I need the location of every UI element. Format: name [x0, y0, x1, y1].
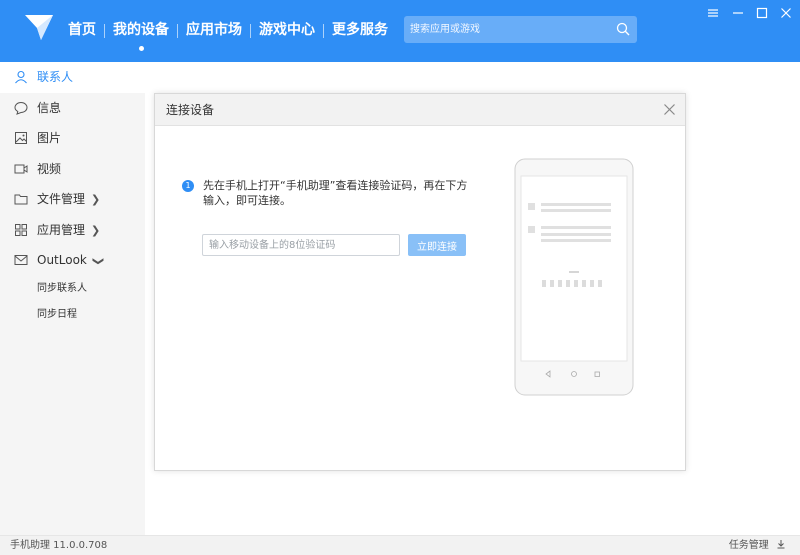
- sidebar-item-messages[interactable]: 信息: [0, 93, 145, 124]
- sidebar-item-label: 信息: [37, 100, 62, 115]
- sidebar-item-outlook[interactable]: OutLook ❯: [0, 245, 145, 276]
- task-manager-label: 任务管理: [728, 540, 769, 551]
- phone-illustration: [514, 158, 634, 396]
- apps-grid-icon: [15, 223, 27, 236]
- sidebar-item-apps[interactable]: 应用管理 ❯: [0, 215, 145, 246]
- sidebar-subitem-sync-contacts[interactable]: 同步联系人: [0, 276, 145, 302]
- main-nav: 首页 我的设备 应用市场 游戏中心 更多服务: [60, 0, 396, 62]
- sidebar: 联系人 信息 图片 视频 文件管理 ❯ 应用管理 ❯ OutLook ❯ 同步联…: [0, 62, 145, 535]
- sidebar-item-contacts[interactable]: 联系人: [0, 62, 145, 93]
- task-manager-button[interactable]: 任务管理: [729, 536, 786, 555]
- step-number-badge: 1: [182, 180, 194, 192]
- nav-home[interactable]: 首页: [60, 0, 104, 62]
- sidebar-item-files[interactable]: 文件管理 ❯: [0, 184, 145, 215]
- maximize-icon[interactable]: [755, 6, 769, 20]
- close-icon[interactable]: [663, 103, 676, 116]
- person-icon: [15, 70, 27, 84]
- status-bar: 手机助理 11.0.0.708 任务管理: [0, 535, 800, 555]
- chevron-right-icon: ❯: [91, 223, 101, 237]
- chat-bubble-icon: [14, 101, 28, 115]
- sidebar-item-label: 联系人: [37, 70, 74, 84]
- image-icon: [15, 132, 27, 144]
- sidebar-item-label: 文件管理: [37, 192, 86, 206]
- connect-device-dialog: 连接设备 1 先在手机上打开“手机助理”查看连接验证码，再在下方输入，即可连接。…: [154, 93, 686, 471]
- nav-app-market[interactable]: 应用市场: [178, 0, 250, 62]
- search-box: [404, 16, 637, 43]
- sidebar-item-label: OutLook: [37, 253, 87, 267]
- sidebar-item-videos[interactable]: 视频: [0, 154, 145, 185]
- sidebar-item-label: 应用管理: [37, 222, 86, 237]
- app-logo-icon: [25, 15, 53, 40]
- search-icon[interactable]: [616, 22, 630, 36]
- nav-my-devices[interactable]: 我的设备: [105, 0, 177, 62]
- chevron-right-icon: ❯: [91, 193, 101, 206]
- search-input[interactable]: [410, 16, 610, 43]
- folder-icon: [14, 194, 28, 205]
- sidebar-item-pictures[interactable]: 图片: [0, 123, 145, 154]
- version-label: 手机助理 11.0.0.708: [10, 540, 108, 551]
- sidebar-subitem-sync-calendar[interactable]: 同步日程: [0, 302, 145, 328]
- close-window-icon[interactable]: [779, 6, 793, 20]
- nav-game-center[interactable]: 游戏中心: [251, 0, 323, 62]
- dialog-title: 连接设备: [166, 103, 215, 117]
- verification-code-input[interactable]: [202, 234, 400, 256]
- video-icon: [14, 164, 28, 173]
- nav-more-services[interactable]: 更多服务: [324, 0, 396, 62]
- download-icon: [777, 540, 785, 549]
- mail-icon: [14, 255, 28, 265]
- menu-icon[interactable]: [706, 6, 720, 20]
- connect-now-button[interactable]: 立即连接: [408, 234, 466, 256]
- top-bar: 首页 我的设备 应用市场 游戏中心 更多服务: [0, 0, 800, 62]
- sidebar-item-label: 视频: [37, 161, 62, 176]
- dialog-header: 连接设备: [155, 94, 685, 126]
- chevron-down-icon: ❯: [91, 256, 105, 266]
- minimize-icon[interactable]: [731, 6, 745, 20]
- instruction-text: 先在手机上打开“手机助理”查看连接验证码，再在下方输入，即可连接。: [203, 179, 468, 207]
- active-indicator-dot: [139, 46, 144, 51]
- sidebar-item-label: 图片: [37, 131, 62, 145]
